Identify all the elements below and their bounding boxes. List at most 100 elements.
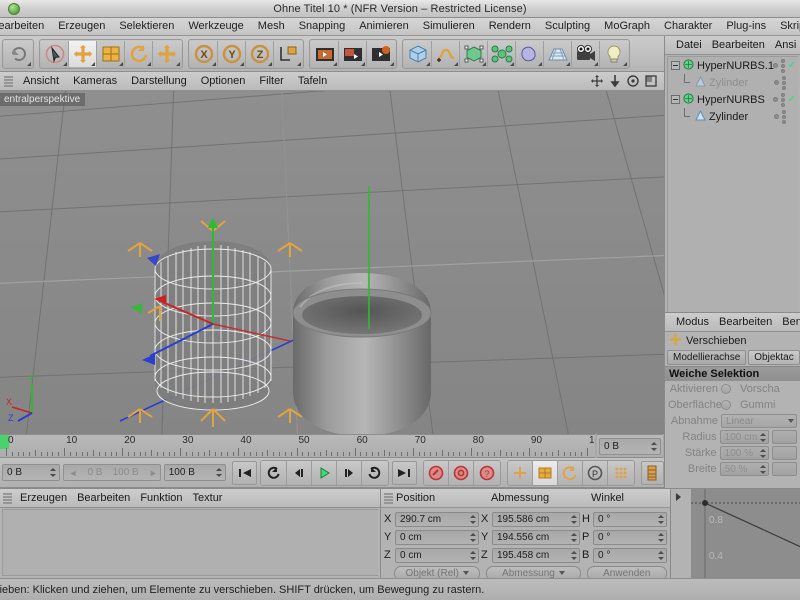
spinner-icon[interactable]: [571, 513, 578, 526]
toolbar-hypernurbs-button[interactable]: [460, 40, 488, 67]
tag-dots[interactable]: [780, 58, 785, 73]
object-row[interactable]: Zylinder: [668, 74, 798, 91]
expand-toggle-icon[interactable]: [671, 95, 680, 104]
skip-end-button[interactable]: [391, 460, 417, 485]
enable-checkmark-icon[interactable]: ✓: [788, 94, 796, 104]
end-frame-field[interactable]: 100 B: [163, 464, 227, 481]
matmgr-menu-funktion[interactable]: Funktion: [135, 489, 187, 507]
attr-extra-field[interactable]: [771, 430, 797, 444]
position-field[interactable]: 0 cm: [395, 547, 479, 563]
skip-start-button[interactable]: [232, 460, 258, 485]
expand-toggle-icon[interactable]: [671, 61, 680, 70]
attr-extra-field[interactable]: [771, 446, 797, 460]
toolbar-select-arrow-button[interactable]: [41, 40, 69, 67]
angle-field[interactable]: 0 °: [593, 511, 667, 527]
toolbar-undo-button[interactable]: [4, 40, 32, 67]
toolbar-move-button[interactable]: [69, 40, 97, 67]
size-field[interactable]: 195.458 cm: [492, 547, 580, 563]
toolbar-spline-button[interactable]: [432, 40, 460, 67]
menu-item-sculpting[interactable]: Sculpting: [538, 18, 597, 35]
menu-item-rendern[interactable]: Rendern: [482, 18, 538, 35]
pos-key-button[interactable]: [507, 460, 533, 485]
menu-item-snapping[interactable]: Snapping: [292, 18, 353, 35]
range-next-icon[interactable]: ►: [149, 468, 158, 478]
toolbar-deformer-button[interactable]: [516, 40, 544, 67]
toolbar-mograph-button[interactable]: [488, 40, 516, 67]
object-row[interactable]: HyperNURBS.1 ✓: [668, 57, 798, 74]
panel-grip-icon[interactable]: [4, 74, 13, 88]
toolbar-cube-button[interactable]: [404, 40, 432, 67]
menu-item-animieren[interactable]: Animieren: [352, 18, 416, 35]
autokey-button[interactable]: [449, 460, 475, 485]
pan-icon[interactable]: [590, 74, 604, 88]
record-key-button[interactable]: [423, 460, 450, 485]
pla-key-button[interactable]: [608, 460, 634, 485]
menu-item-plug-ins[interactable]: Plug-ins: [719, 18, 773, 35]
visibility-dot[interactable]: [774, 80, 779, 85]
orbit-icon[interactable]: [626, 74, 640, 88]
matmgr-menu-erzeugen[interactable]: Erzeugen: [15, 489, 72, 507]
toolbar-move-alt-button[interactable]: [153, 40, 181, 67]
attr-dropdown[interactable]: Linear: [721, 414, 797, 428]
menu-item-selektieren[interactable]: Selektieren: [112, 18, 181, 35]
viewport-menu-ansicht[interactable]: Ansicht: [16, 72, 66, 90]
angle-field[interactable]: 0 °: [593, 547, 667, 563]
attrmgr-menu-bearbeiten[interactable]: Bearbeiten: [714, 313, 777, 331]
toolbar-x-axis-button[interactable]: X: [190, 40, 218, 67]
position-field[interactable]: 290.7 cm: [395, 511, 479, 527]
toolbar-camera-button[interactable]: [572, 40, 600, 67]
size-field[interactable]: 194.556 cm: [492, 529, 580, 545]
spinner-icon[interactable]: [658, 549, 665, 562]
panel-grip-icon[interactable]: [384, 491, 393, 505]
spinner-icon[interactable]: [759, 463, 767, 476]
menu-item-simulieren[interactable]: Simulieren: [416, 18, 482, 35]
size-field[interactable]: 195.586 cm: [492, 511, 580, 527]
attr-tab-objektac[interactable]: Objektac: [748, 350, 800, 365]
timeline-frame-field[interactable]: 0 B: [599, 437, 661, 455]
toolbar-scale-button[interactable]: [97, 40, 125, 67]
step-back-button[interactable]: [286, 460, 312, 485]
position-field[interactable]: 0 cm: [395, 529, 479, 545]
viewport-menu-tafeln[interactable]: Tafeln: [291, 72, 334, 90]
objmgr-menu-datei[interactable]: Datei: [671, 36, 707, 54]
matmgr-menu-textur[interactable]: Textur: [188, 489, 228, 507]
spinner-icon[interactable]: [571, 531, 578, 544]
attr-checkbox[interactable]: [721, 400, 731, 410]
object-row[interactable]: HyperNURBS ✓: [668, 91, 798, 108]
objmgr-menu-bearbeiten[interactable]: Bearbeiten: [707, 36, 770, 54]
layer-button[interactable]: [640, 460, 665, 485]
attr-value-field[interactable]: 50 %: [719, 462, 769, 476]
matmgr-menu-bearbeiten[interactable]: Bearbeiten: [72, 489, 135, 507]
spinner-icon[interactable]: [470, 531, 477, 544]
spinner-icon[interactable]: [571, 549, 578, 562]
window-close-icon[interactable]: [8, 3, 20, 15]
visibility-dot[interactable]: [772, 63, 778, 68]
menu-item-bearbeiten[interactable]: Bearbeiten: [0, 18, 51, 35]
toolbar-render-settings-button[interactable]: [367, 40, 395, 67]
attr-checkbox[interactable]: [721, 384, 731, 394]
next-key-button[interactable]: [362, 460, 388, 485]
scale-key-button[interactable]: [532, 460, 558, 485]
spinner-icon[interactable]: [470, 513, 477, 526]
current-frame-field[interactable]: 0 B: [2, 464, 61, 481]
tag-dots[interactable]: [780, 92, 785, 107]
spinner-icon[interactable]: [759, 447, 767, 460]
prev-key-button[interactable]: [261, 460, 287, 485]
attr-tab-modellierachse[interactable]: Modellierachse: [667, 350, 747, 365]
frame-range-field[interactable]: ◄ 0 B 100 B ►: [63, 464, 161, 481]
attr-value-field[interactable]: 100 %: [719, 446, 769, 460]
viewport-menu-darstellung[interactable]: Darstellung: [124, 72, 194, 90]
toolbar-rotate-button[interactable]: [125, 40, 153, 67]
toolbar-render-view-button[interactable]: [311, 40, 339, 67]
spinner-icon[interactable]: [50, 466, 57, 479]
visibility-dot[interactable]: [772, 97, 778, 102]
toolbar-y-axis-button[interactable]: Y: [218, 40, 246, 67]
spinner-icon[interactable]: [658, 513, 665, 526]
menu-item-werkzeuge[interactable]: Werkzeuge: [181, 18, 250, 35]
objmgr-menu-ansi[interactable]: Ansi: [770, 36, 800, 54]
step-forward-button[interactable]: [337, 460, 363, 485]
key-settings-button[interactable]: ?: [474, 460, 500, 485]
visibility-dot[interactable]: [774, 114, 779, 119]
tag-dots[interactable]: [782, 109, 786, 124]
dolly-icon[interactable]: [608, 74, 622, 88]
